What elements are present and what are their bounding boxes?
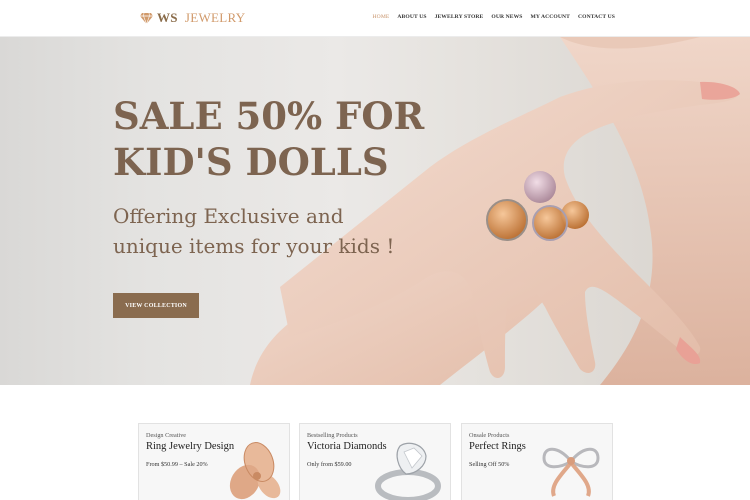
diamond-ring-image (375, 442, 441, 500)
nav-my-account[interactable]: MY ACCOUNT (531, 14, 570, 20)
hero-banner: SALE 50% FOR KID'S DOLLS Offering Exclus… (0, 37, 750, 385)
nav-home[interactable]: HOME (373, 14, 390, 20)
hero-title: SALE 50% FOR KID'S DOLLS (113, 93, 433, 185)
hero-title-line-1: SALE 50% FOR (113, 94, 425, 138)
logo-text-jewelry: JEWELRY (184, 10, 246, 25)
product-card-perfect-rings[interactable]: Onsale Products Perfect Rings Selling Of… (461, 423, 613, 500)
card-label: Onsale Products (469, 432, 510, 439)
hero-subtitle-line-1: Offering Exclusive and (113, 204, 344, 228)
hero-title-line-2: KID'S DOLLS (113, 140, 389, 184)
hero-subtitle: Offering Exclusive and unique items for … (113, 201, 423, 261)
nav-our-news[interactable]: OUR NEWS (491, 14, 522, 20)
nav-jewelry-store[interactable]: JEWELRY STORE (435, 14, 484, 20)
logo[interactable]: WS JEWELRY (140, 10, 245, 26)
bow-ring-image (542, 447, 600, 497)
nav-contact-us[interactable]: CONTACT US (578, 14, 615, 20)
card-price: Only from $59.00 (307, 461, 352, 468)
card-label: Bestselling Products (307, 432, 358, 439)
butterfly-ring-image (229, 442, 281, 500)
logo-text-ws: WS (157, 10, 178, 25)
hero-subtitle-line-2: unique items for your kids ! (113, 234, 395, 258)
site-header: WS JEWELRY HOME ABOUT US JEWELRY STORE O… (0, 0, 750, 37)
nav-about-us[interactable]: ABOUT US (397, 14, 426, 20)
product-cards: Design Creative Ring Jewelry Design From… (138, 423, 614, 500)
main-nav: HOME ABOUT US JEWELRY STORE OUR NEWS MY … (365, 14, 615, 20)
card-price: From $50.99 – Sale 20% (146, 461, 208, 468)
card-title[interactable]: Perfect Rings (469, 441, 526, 452)
card-price: Selling Off 50% (469, 461, 510, 468)
diamond-icon (140, 12, 153, 24)
product-card-ring-jewelry-design[interactable]: Design Creative Ring Jewelry Design From… (138, 423, 290, 500)
card-label: Design Creative (146, 432, 187, 439)
view-collection-button[interactable]: VIEW COLLECTION (113, 293, 199, 318)
product-card-victoria-diamonds[interactable]: Bestselling Products Victoria Diamonds O… (299, 423, 451, 500)
